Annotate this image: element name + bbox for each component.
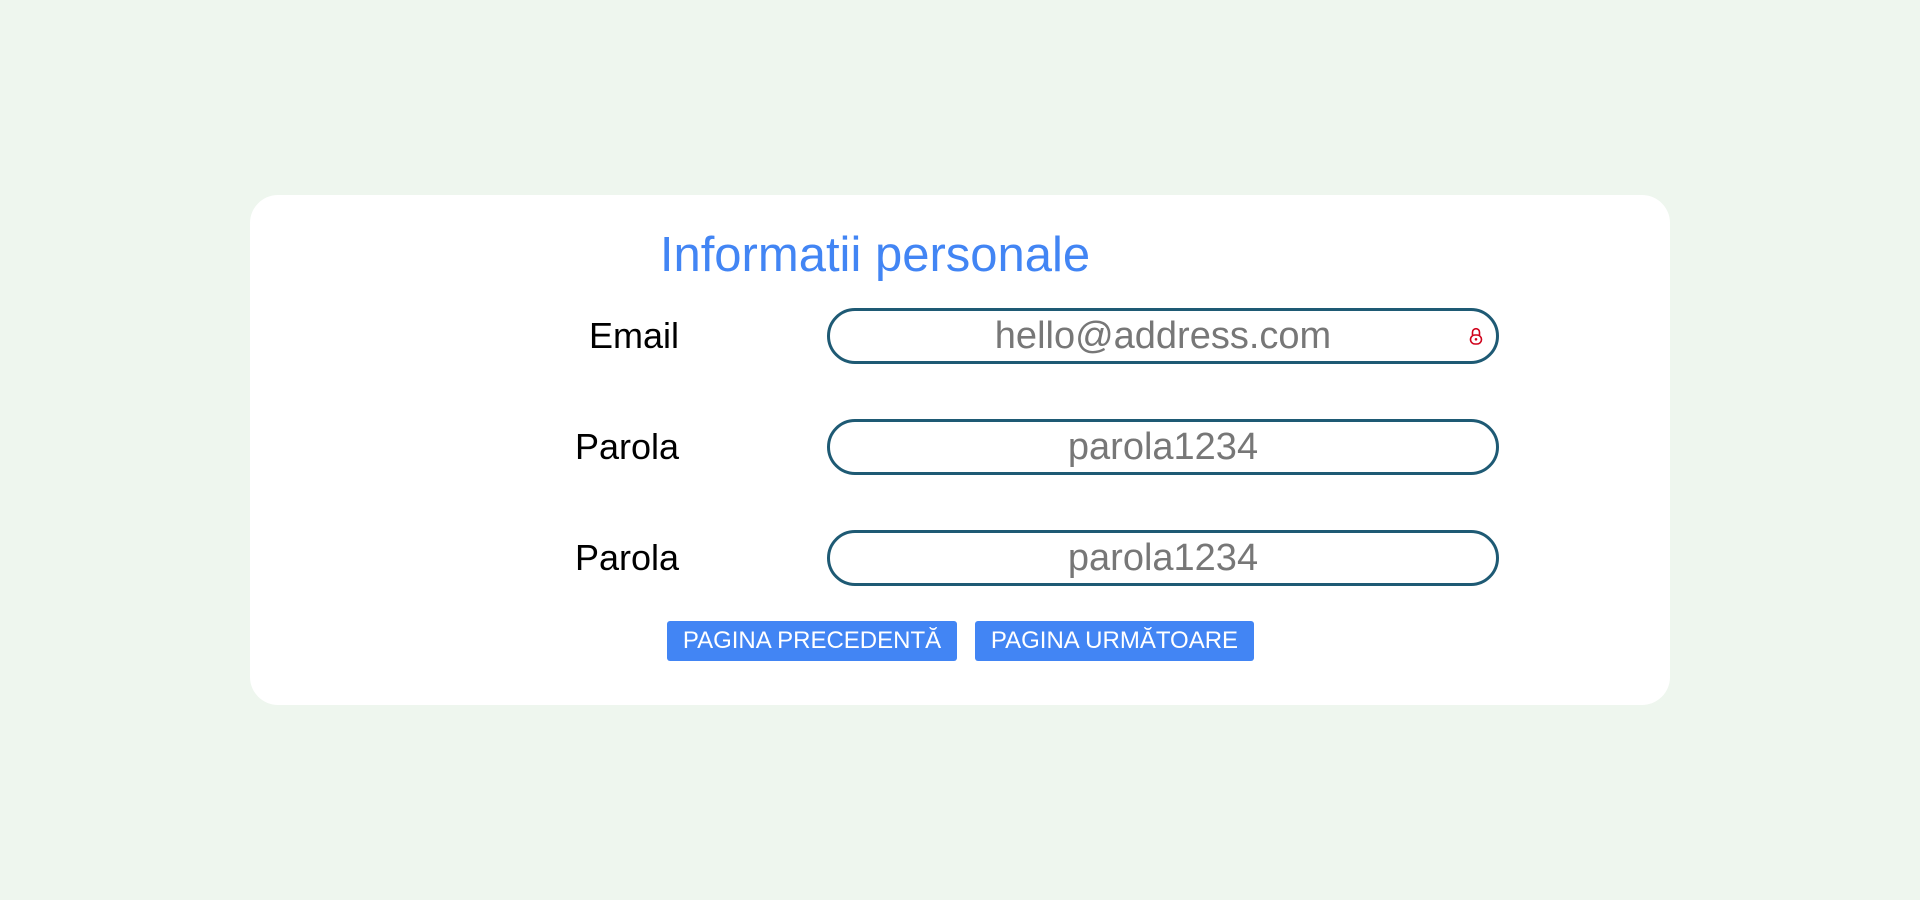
page: Informatii personale Email Parola Parola: [0, 0, 1920, 900]
next-page-button[interactable]: PAGINA URMĂTOARE: [975, 621, 1254, 661]
password-manager-lock-icon[interactable]: [1468, 326, 1484, 346]
previous-page-button[interactable]: PAGINA PRECEDENTĂ: [667, 621, 957, 661]
password-field-wrapper: [827, 419, 1499, 475]
form-title: Informatii personale: [659, 228, 1091, 282]
password-row: Parola: [250, 419, 1670, 475]
personal-info-card: Informatii personale Email Parola Parola: [250, 195, 1670, 705]
password-field[interactable]: [830, 422, 1496, 472]
confirm-password-label: Parola: [574, 537, 679, 578]
navigation-buttons: PAGINA PRECEDENTĂ PAGINA URMĂTOARE: [250, 621, 1670, 661]
confirm-password-field-wrapper: [827, 530, 1499, 586]
password-label: Parola: [574, 426, 679, 467]
email-field-wrapper: [827, 308, 1499, 364]
email-field[interactable]: [830, 311, 1496, 361]
confirm-password-row: Parola: [250, 530, 1670, 586]
email-row: Email: [250, 308, 1670, 364]
confirm-password-field[interactable]: [830, 533, 1496, 583]
email-label: Email: [588, 315, 679, 356]
